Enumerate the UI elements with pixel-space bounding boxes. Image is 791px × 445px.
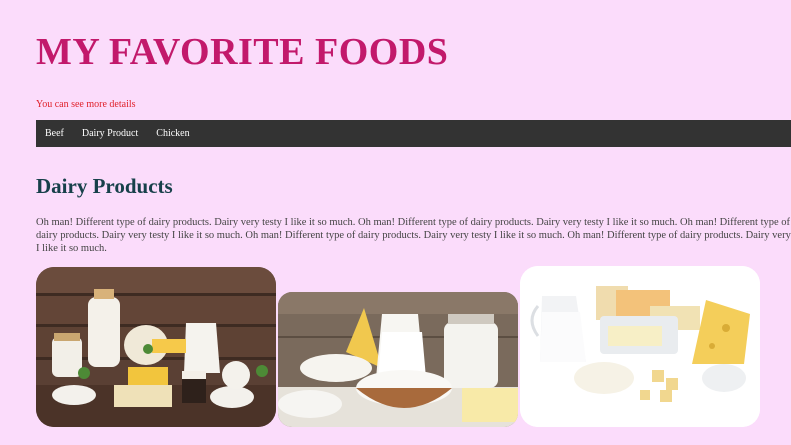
dairy-photo-2 <box>278 292 518 427</box>
dairy-photo-3 <box>520 266 760 427</box>
nav-bar: Beef Dairy Product Chicken <box>36 120 791 147</box>
nav-item-chicken[interactable]: Chicken <box>147 120 198 147</box>
nav-item-beef[interactable]: Beef <box>36 120 73 147</box>
paragraph-line: I like it so much. <box>36 243 107 254</box>
paragraph-line: dairy products. Dairy very testy I like … <box>36 230 791 241</box>
nav-item-dairy-product[interactable]: Dairy Product <box>73 120 147 147</box>
section-paragraph: Oh man! Different type of dairy products… <box>36 216 791 255</box>
subtitle-text: You can see more details <box>36 99 136 110</box>
paragraph-line: Oh man! Different type of dairy products… <box>36 217 791 228</box>
dairy-photo-1 <box>36 267 276 427</box>
section-title: Dairy Products <box>36 174 173 198</box>
page-title: MY FAVORITE FOODS <box>36 31 449 73</box>
